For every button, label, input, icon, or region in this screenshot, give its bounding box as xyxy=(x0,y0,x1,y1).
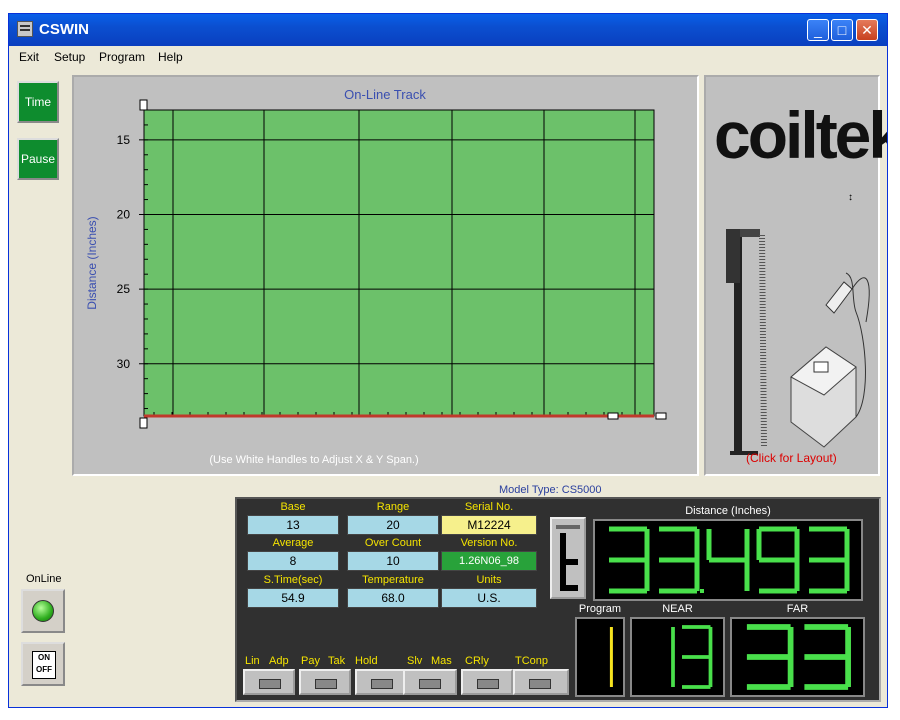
far-digit xyxy=(804,624,851,690)
temperature-field[interactable]: 68.0 xyxy=(347,588,439,608)
on-off-icon: ON OFF xyxy=(32,651,56,679)
serial-no-field: M12224 xyxy=(441,515,537,535)
time-button[interactable]: Time xyxy=(17,81,59,123)
menu-bar: Exit Setup Program Help xyxy=(9,46,887,68)
toggle-label-lin: Lin xyxy=(245,655,260,667)
y-tick-label: 15 xyxy=(117,133,131,147)
online-track-chart: 15 20 25 30 On-Line Track Distance (Inches) (U… xyxy=(72,75,699,476)
x-span-handle-left xyxy=(607,412,619,420)
program-display xyxy=(575,617,625,697)
y-tick-label: 30 xyxy=(117,357,131,371)
window-title: CSWIN xyxy=(39,21,89,38)
online-label: OnLine xyxy=(26,573,62,585)
distance-digit xyxy=(706,529,750,591)
near-display xyxy=(630,617,725,697)
model-type-label: Model Type: CS5000 xyxy=(499,484,602,496)
base-label: Base xyxy=(280,501,306,513)
far-display xyxy=(730,617,865,697)
toggle-label-hold: Hold xyxy=(355,655,378,667)
version-no-field: 1.26N06_98 xyxy=(441,551,537,571)
close-button[interactable]: ✕ xyxy=(856,19,878,41)
x-span-handle-right xyxy=(655,412,667,420)
s-time-label: S.Time(sec) xyxy=(263,574,323,586)
program-label: Program xyxy=(578,603,622,615)
hold-switch[interactable] xyxy=(355,669,407,695)
y-span-handle-top xyxy=(139,99,148,111)
mode-indicator-button[interactable] xyxy=(550,517,586,599)
menu-program[interactable]: Program xyxy=(99,50,145,64)
mode-indicator-icon xyxy=(556,525,580,591)
chart-annotation: (Use White Handles to Adjust X & Y Span.… xyxy=(209,454,418,466)
status-panel: Base 13 Range 20 Serial No. M12224 Avera… xyxy=(235,497,881,702)
chart-svg: 15 20 25 30 On-Line Track Distance (Inches) (U… xyxy=(85,87,667,466)
menu-exit[interactable]: Exit xyxy=(19,50,39,64)
near-digits xyxy=(671,625,713,689)
minimize-button[interactable]: _ xyxy=(807,19,829,41)
s-time-field[interactable]: 54.9 xyxy=(247,588,339,608)
lin-adp-switch[interactable] xyxy=(243,669,295,695)
click-for-layout-link[interactable]: (Click for Layout) xyxy=(746,451,837,465)
menu-help[interactable]: Help xyxy=(158,50,183,64)
serial-no-label: Serial No. xyxy=(464,501,514,513)
left-control-panel: Time Pause OnLine ON OFF xyxy=(12,70,68,700)
over-count-field[interactable]: 10 xyxy=(347,551,439,571)
maximize-button[interactable]: □ xyxy=(831,19,853,41)
chart-title: On-Line Track xyxy=(344,87,426,102)
base-field[interactable]: 13 xyxy=(247,515,339,535)
toggle-label-crly: CRly xyxy=(465,655,489,667)
toggle-label-tconp: TConp xyxy=(515,655,549,667)
units-field[interactable]: U.S. xyxy=(441,588,537,608)
distance-digit xyxy=(809,526,850,594)
distance-display xyxy=(593,519,863,601)
on-off-button[interactable]: ON OFF xyxy=(21,642,65,686)
toggle-label-slv: Slv xyxy=(407,655,423,667)
plot-area xyxy=(143,109,655,417)
range-field[interactable]: 20 xyxy=(347,515,439,535)
y-tick-label: 25 xyxy=(117,282,131,296)
temperature-label: Temperature xyxy=(362,574,424,586)
app-window: CSWIN _ □ ✕ Exit Setup Program Help Time… xyxy=(8,13,888,708)
distance-digits xyxy=(609,526,850,594)
app-icon xyxy=(17,21,33,37)
toggle-label-pay: Pay xyxy=(301,655,320,667)
menu-setup[interactable]: Setup xyxy=(54,50,85,64)
pause-button[interactable]: Pause xyxy=(17,138,59,180)
distance-digit xyxy=(659,526,700,594)
y-tick-label: 20 xyxy=(117,207,131,221)
toggle-label-adp: Adp xyxy=(269,655,289,667)
near-label: NEAR xyxy=(662,603,693,615)
distance-decimal-point xyxy=(700,589,704,593)
online-led-icon xyxy=(32,600,54,622)
crly-switch[interactable] xyxy=(461,669,513,695)
far-digits xyxy=(746,624,851,690)
version-no-label: Version No. xyxy=(460,537,518,549)
average-label: Average xyxy=(272,537,314,549)
near-digit xyxy=(682,625,713,689)
y-axis-label: Distance (Inches) xyxy=(85,216,99,309)
tconp-switch[interactable] xyxy=(513,669,569,695)
program-digits xyxy=(609,627,613,687)
y-span-handle-bottom xyxy=(139,417,148,429)
average-field[interactable]: 8 xyxy=(247,551,339,571)
range-label: Range xyxy=(376,501,410,513)
distance-label: Distance (Inches) xyxy=(685,505,771,517)
toggle-label-mas: Mas xyxy=(431,655,452,667)
svg-text:↕: ↕ xyxy=(848,192,853,203)
units-label: Units xyxy=(476,574,502,586)
pay-tak-switch[interactable] xyxy=(299,669,351,695)
distance-digit xyxy=(756,526,800,594)
over-count-label: Over Count xyxy=(364,537,422,549)
online-toggle-button[interactable] xyxy=(21,589,65,633)
far-label: FAR xyxy=(786,603,809,615)
sensor-layout-illustration: ↕ xyxy=(726,192,870,455)
title-bar: CSWIN _ □ ✕ xyxy=(9,14,887,46)
slv-mas-switch[interactable] xyxy=(403,669,457,695)
toggle-label-tak: Tak xyxy=(328,655,346,667)
far-digit xyxy=(746,624,794,690)
layout-image-panel[interactable]: coiltek ↕ (Click for Layout) xyxy=(704,75,887,476)
distance-digit xyxy=(609,526,650,594)
